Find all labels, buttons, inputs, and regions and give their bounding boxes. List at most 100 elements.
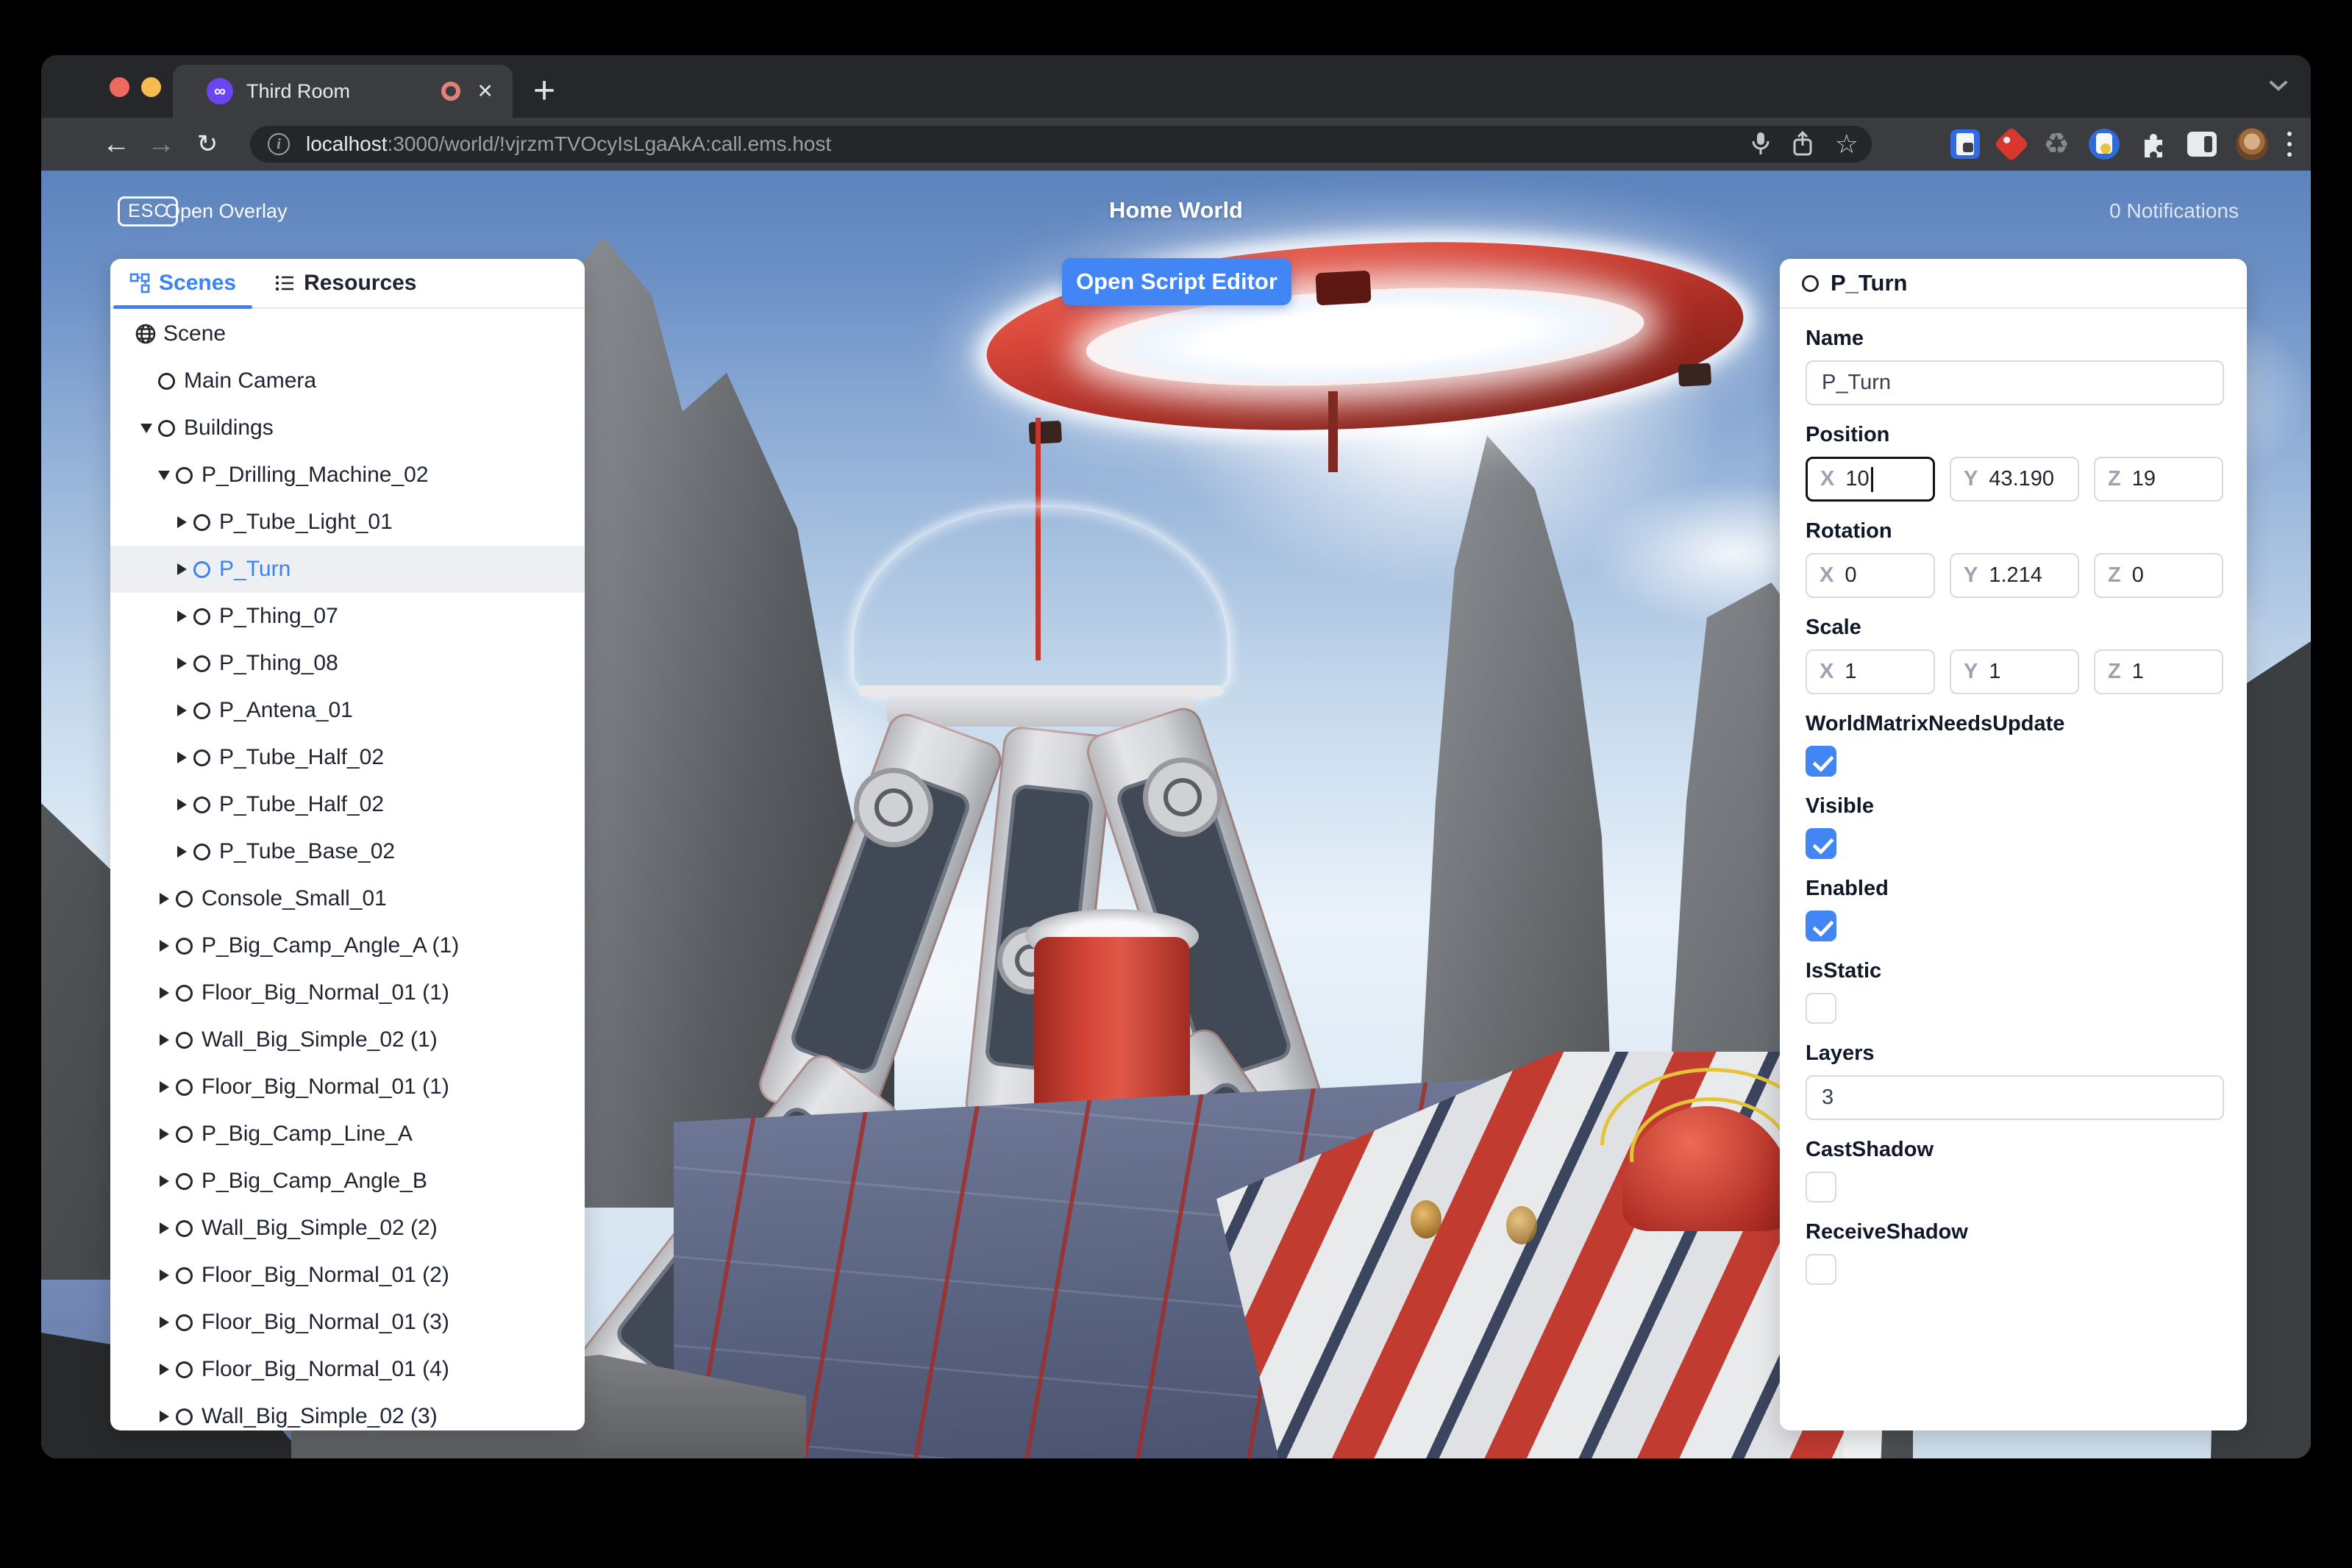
layers-input[interactable]: 3 [1806, 1075, 2224, 1120]
expander-arrow-icon[interactable] [173, 610, 190, 622]
minimize-window-button[interactable] [141, 77, 161, 97]
tree-item[interactable]: P_Thing_08 [110, 640, 585, 687]
open-script-editor-button[interactable]: Open Script Editor [1062, 258, 1291, 305]
extensions-puzzle-icon[interactable] [2139, 129, 2168, 159]
receive-shadow-checkbox[interactable] [1806, 1254, 1836, 1285]
scale-z-input[interactable]: Z1 [2094, 649, 2223, 694]
object-circle-icon [193, 607, 210, 625]
position-y-input[interactable]: Y 43.190 [1950, 457, 2079, 502]
world-matrix-checkbox[interactable] [1806, 746, 1836, 777]
enabled-checkbox[interactable] [1806, 910, 1836, 941]
tree-item[interactable]: Wall_Big_Simple_02 (2) [110, 1205, 585, 1252]
expander-arrow-icon[interactable] [138, 424, 155, 433]
close-window-button[interactable] [110, 77, 129, 97]
tab-close-icon[interactable]: ✕ [477, 80, 493, 103]
expander-arrow-icon[interactable] [155, 1222, 173, 1234]
expander-arrow-icon[interactable] [155, 1034, 173, 1046]
tree-item[interactable]: P_Drilling_Machine_02 [110, 452, 585, 499]
tree-item[interactable]: Main Camera [110, 357, 585, 405]
expander-arrow-icon[interactable] [155, 1175, 173, 1187]
scale-x-input[interactable]: X1 [1806, 649, 1935, 694]
expander-arrow-icon[interactable] [155, 893, 173, 905]
expander-arrow-icon[interactable] [173, 705, 190, 716]
expander-arrow-icon[interactable] [173, 658, 190, 669]
tree-item[interactable]: Wall_Big_Simple_02 (3) [110, 1393, 585, 1430]
tab-resources[interactable]: Resources [255, 259, 435, 307]
expander-arrow-icon[interactable] [173, 752, 190, 763]
tab-search-chevron-icon[interactable] [2268, 79, 2289, 92]
position-x-input[interactable]: X 10 [1806, 457, 1935, 502]
expander-arrow-icon[interactable] [155, 940, 173, 952]
recycle-extension-icon[interactable]: ♻ [2043, 129, 2070, 159]
profile-avatar[interactable] [2236, 128, 2268, 160]
is-static-checkbox[interactable] [1806, 993, 1836, 1024]
expander-arrow-icon[interactable] [155, 1269, 173, 1281]
tree-item[interactable]: P_Antena_01 [110, 687, 585, 734]
bookmark-star-icon[interactable]: ☆ [1835, 131, 1859, 157]
scale-y-input[interactable]: Y1 [1950, 649, 2079, 694]
tree-item[interactable]: Console_Small_01 [110, 875, 585, 922]
blue-app-extension-icon[interactable] [2089, 129, 2120, 160]
position-z-input[interactable]: Z 19 [2094, 457, 2223, 502]
expander-arrow-icon[interactable] [173, 846, 190, 858]
tree-item[interactable]: P_Tube_Half_02 [110, 781, 585, 828]
tree-item[interactable]: Floor_Big_Normal_01 (3) [110, 1299, 585, 1346]
expander-arrow-icon[interactable] [155, 1316, 173, 1328]
tree-item-label: Wall_Big_Simple_02 (3) [202, 1404, 438, 1428]
expander-arrow-icon[interactable] [155, 987, 173, 999]
tree-item-label: Buildings [184, 416, 274, 440]
password-manager-extension-icon[interactable] [1950, 129, 1981, 159]
reload-icon[interactable]: ↻ [187, 124, 228, 165]
scene-tree: Scene Main Camera Buildings P_Drilling_Mach… [110, 310, 585, 1430]
url-bar[interactable]: i localhost:3000/world/!vjrzmTVOcyIsLgaA… [250, 126, 1872, 163]
name-input[interactable]: P_Turn [1806, 360, 2224, 405]
share-icon[interactable] [1792, 131, 1813, 157]
expander-arrow-icon[interactable] [155, 471, 173, 480]
back-icon[interactable]: ← [96, 124, 137, 165]
tree-item[interactable]: P_Big_Camp_Angle_B [110, 1158, 585, 1205]
gold-prop [1411, 1200, 1442, 1239]
name-label: Name [1806, 327, 1864, 350]
tree-item[interactable]: P_Tube_Half_02 [110, 734, 585, 781]
page-info-icon[interactable]: i [268, 133, 290, 155]
object-circle-icon [193, 796, 210, 813]
tree-item[interactable]: P_Big_Camp_Angle_A (1) [110, 922, 585, 969]
object-circle-icon [158, 372, 175, 390]
rotation-y-input[interactable]: Y 1.214 [1950, 553, 2079, 598]
tree-item[interactable]: P_Tube_Light_01 [110, 499, 585, 546]
expander-arrow-icon[interactable] [155, 1364, 173, 1375]
tree-item-selected[interactable]: P_Turn [110, 546, 585, 593]
tab-scenes[interactable]: Scenes [110, 259, 255, 309]
browser-menu-kebab-icon[interactable] [2287, 129, 2292, 160]
new-tab-button[interactable]: + [521, 67, 568, 114]
expander-arrow-icon[interactable] [173, 563, 190, 575]
rotation-z-input[interactable]: Z0 [2094, 553, 2223, 598]
tree-item[interactable]: Buildings [110, 405, 585, 452]
tree-item[interactable]: Floor_Big_Normal_01 (2) [110, 1252, 585, 1299]
microphone-icon[interactable] [1751, 131, 1770, 157]
tree-item[interactable]: Floor_Big_Normal_01 (1) [110, 1063, 585, 1111]
tree-item[interactable]: P_Tube_Base_02 [110, 828, 585, 875]
notifications-label[interactable]: 0 Notifications [2109, 199, 2239, 223]
tree-item[interactable]: Floor_Big_Normal_01 (4) [110, 1346, 585, 1393]
tree-item[interactable]: Wall_Big_Simple_02 (1) [110, 1016, 585, 1063]
tree-item[interactable]: P_Thing_07 [110, 593, 585, 640]
expander-arrow-icon[interactable] [155, 1128, 173, 1140]
forward-icon[interactable]: → [140, 124, 182, 165]
red-diamond-extension-icon[interactable] [1994, 126, 2030, 163]
cast-shadow-checkbox[interactable] [1806, 1172, 1836, 1202]
visible-checkbox[interactable] [1806, 828, 1836, 859]
expander-arrow-icon[interactable] [173, 516, 190, 528]
tree-item[interactable]: P_Big_Camp_Line_A [110, 1111, 585, 1158]
tab-strip: ∞ Third Room ✕ + [41, 55, 2311, 118]
rotation-x-input[interactable]: X0 [1806, 553, 1935, 598]
tree-item[interactable]: Scene [110, 310, 585, 357]
browser-tab[interactable]: ∞ Third Room ✕ [173, 65, 513, 118]
tree-item-label: P_Antena_01 [219, 698, 353, 722]
hierarchy-tree-icon [129, 273, 150, 293]
sidebar-toggle-icon[interactable] [2187, 132, 2217, 157]
expander-arrow-icon[interactable] [155, 1081, 173, 1093]
expander-arrow-icon[interactable] [155, 1411, 173, 1422]
expander-arrow-icon[interactable] [173, 799, 190, 810]
tree-item[interactable]: Floor_Big_Normal_01 (1) [110, 969, 585, 1016]
